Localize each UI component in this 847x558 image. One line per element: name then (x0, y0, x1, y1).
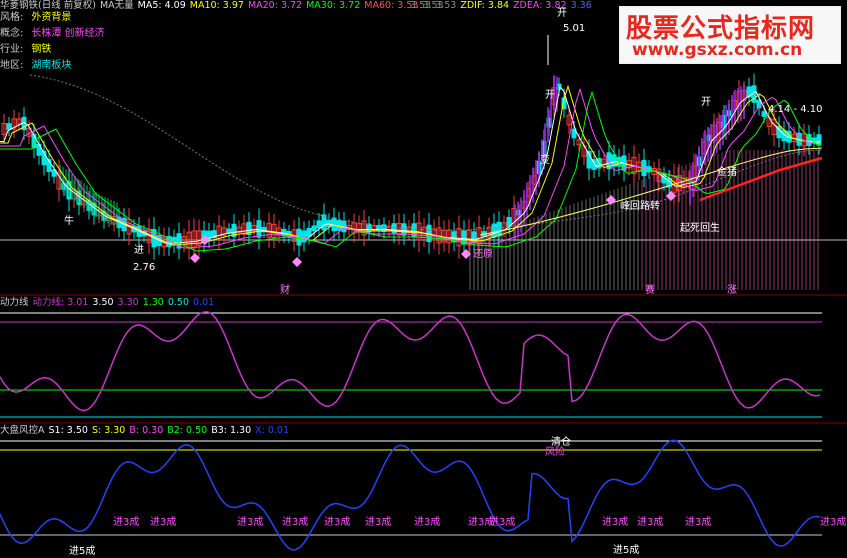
panel3-bottom-signal: 进5成 (613, 545, 640, 556)
zdif-value: ZDIF: 3.84 (460, 0, 510, 11)
panel2-main-value: 动力线: 3.01 (32, 297, 89, 308)
panel3-b3: B3: 1.30 (211, 425, 252, 436)
panel3-header: 大盘风控A S1: 3.50 S: 3.30 B: 0.30 B2: 0.50 B3: 1… (0, 425, 293, 436)
signal-huanyuan: 还原 (473, 249, 493, 260)
candle-body (391, 223, 397, 235)
signal-niu: 牛 (64, 216, 74, 227)
panel3-signal: 进3成 (324, 517, 351, 528)
candle-body (256, 220, 262, 238)
panel3-signal: 进3成 (282, 517, 309, 528)
price-low-label: 2.76 (133, 262, 156, 273)
panel3-signal: 进3成 (685, 517, 712, 528)
candle-body (6, 123, 12, 130)
panel3-s1: S1: 3.50 (48, 425, 88, 436)
marker-cai: 财 (280, 285, 290, 296)
signal-qisi: 起死回生 (680, 223, 720, 234)
marker-cai-2: 赛 (645, 285, 655, 296)
candle-body (311, 225, 317, 232)
panel3-signal: 进3成 (414, 517, 441, 528)
panel3-s: S: 3.30 (91, 425, 126, 436)
candle-body (816, 134, 822, 146)
panel3-signal: 进3成 (637, 517, 664, 528)
signal-kai-2: 开 (545, 90, 555, 101)
watermark-banner: 股票公式指标网 www.gsxz.com.cn (619, 6, 841, 64)
chart-header-right: 3.53 3.53 ZDIF: 3.84 ZDEA: 3.82 3.36 (410, 0, 596, 11)
candle-body (506, 216, 512, 227)
info-concept: 概念: 长株潭 创新经济 (0, 28, 105, 39)
chart-header: 华菱钢铁(日线 前复权) MA无量 MA5: 4.09 MA10: 3.97 MA20:… (0, 0, 448, 11)
watermark-url: www.gsxz.com.cn (632, 40, 803, 60)
panel3-name: 大盘风控A (0, 425, 45, 436)
panel3-fengxian: 风险 (545, 447, 565, 458)
panel3-signal: 进3成 (365, 517, 392, 528)
candle-body (321, 214, 327, 231)
signal-kai-3: 开 (701, 97, 711, 108)
panel3-signal: 进3成 (489, 517, 516, 528)
candle-body (381, 224, 387, 232)
ma30-value: MA30: 3.72 (306, 0, 361, 11)
candle-body (306, 227, 312, 237)
diamond-marker (292, 257, 302, 267)
panel2-header: 动力线 动力线: 3.01 3.50 3.30 1.30 0.50 0.01 (0, 297, 218, 308)
panel2-v3: 1.30 (142, 297, 164, 308)
extra-value-3: 3.53 (435, 0, 457, 11)
signal-kai-1: 开 (557, 8, 567, 19)
panel3-signal: 进3成 (113, 517, 140, 528)
panel2-line (0, 311, 821, 412)
candle-body (496, 221, 502, 237)
stock-chart-canvas[interactable] (0, 0, 847, 553)
info-style: 风格: 外资背景 (0, 12, 72, 23)
ma20-value: MA20: 3.72 (247, 0, 303, 11)
price-high-label: 5.01 (563, 23, 586, 34)
ma-mode: MA无量 (99, 0, 134, 11)
panel3-signal: 进3成 (150, 517, 177, 528)
panel3-line (0, 439, 821, 551)
candle-body (401, 223, 407, 236)
panel3-b2: B2: 0.50 (167, 425, 208, 436)
panel3-b: B: 0.30 (129, 425, 164, 436)
ma5-value: MA5: 4.09 (137, 0, 186, 11)
panel3-signal: 进3成 (237, 517, 264, 528)
candle-body (301, 230, 307, 243)
candle-body (491, 223, 497, 238)
marker-zhang: 涨 (727, 285, 737, 296)
info-industry: 行业: 钢铁 (0, 44, 52, 55)
candle-body (316, 220, 322, 229)
candle-body (471, 231, 477, 244)
panel3-x: X: 0.01 (255, 425, 290, 436)
signal-bian: 变 (540, 155, 550, 166)
candle-body (761, 111, 767, 117)
extra-value-4: 3.36 (570, 0, 592, 11)
panel3-signal: 进3成 (602, 517, 629, 528)
signal-fenghui: 峰回路转 (620, 201, 660, 212)
panel2-v4: 0.50 (167, 297, 190, 308)
panel2-v1: 3.50 (92, 297, 114, 308)
ma10-value: MA10: 3.97 (189, 0, 244, 11)
price-range-label: 4.14 - 4.10 (768, 104, 823, 115)
panel3-bottom-signal: 进5成 (69, 546, 96, 557)
panel3-signal: 进3成 (820, 517, 847, 528)
panel2-v2: 3.30 (117, 297, 139, 308)
stock-title: 华菱钢铁(日线 前复权) (0, 0, 96, 11)
extra-value-2: 3.53 (410, 0, 432, 11)
signal-jin: 进 (134, 245, 144, 256)
signal-jinzhu: 金猪 (717, 167, 737, 178)
panel2-name: 动力线 (0, 297, 29, 308)
panel2-v5: 0.01 (193, 297, 215, 308)
candle-body (326, 219, 332, 228)
info-region: 地区: 湖南板块 (0, 60, 72, 71)
